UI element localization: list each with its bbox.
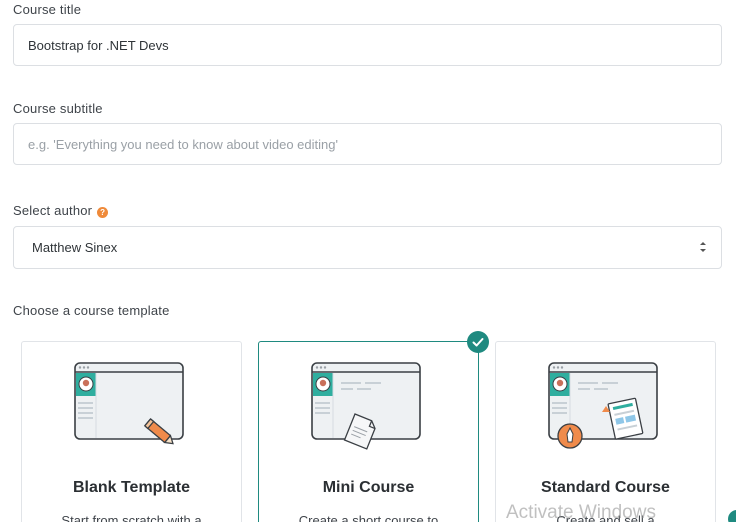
course-subtitle-field[interactable] <box>13 123 722 165</box>
select-author-label-row: Select author? <box>13 203 109 218</box>
template-title: Mini Course <box>322 479 415 496</box>
blank-template-illustration-icon <box>73 362 184 445</box>
choose-template-label: Choose a course template <box>13 303 170 318</box>
course-subtitle-label: Course subtitle <box>13 101 103 116</box>
create-course-form: Course title Course subtitle Select auth… <box>0 0 736 522</box>
course-title-field[interactable] <box>13 24 722 66</box>
standard-course-illustration-icon <box>547 362 658 449</box>
template-title: Standard Course <box>541 479 670 496</box>
activate-windows-watermark: Activate Windows <box>506 502 656 522</box>
help-widget-icon[interactable] <box>728 510 736 522</box>
selected-check-icon <box>467 331 489 353</box>
template-description: Create a short course to <box>298 513 439 522</box>
template-description: Start from scratch with a <box>61 513 202 522</box>
template-card-blank[interactable]: Blank Template Start from scratch with a <box>21 341 242 522</box>
select-author-label: Select author <box>13 203 93 218</box>
mini-course-illustration-icon <box>310 362 421 450</box>
author-select[interactable]: Matthew Sinex <box>13 226 722 269</box>
course-title-input[interactable] <box>14 25 721 65</box>
select-arrows-icon <box>700 242 706 252</box>
template-title: Blank Template <box>72 479 191 496</box>
template-card-standard[interactable]: Standard Course Create and sell a <box>495 341 716 522</box>
course-subtitle-input[interactable] <box>14 124 721 164</box>
course-title-label: Course title <box>13 2 82 17</box>
author-select-value: Matthew Sinex <box>32 240 118 255</box>
template-card-mini[interactable]: Mini Course Create a short course to <box>258 341 479 522</box>
help-icon[interactable]: ? <box>97 207 109 218</box>
